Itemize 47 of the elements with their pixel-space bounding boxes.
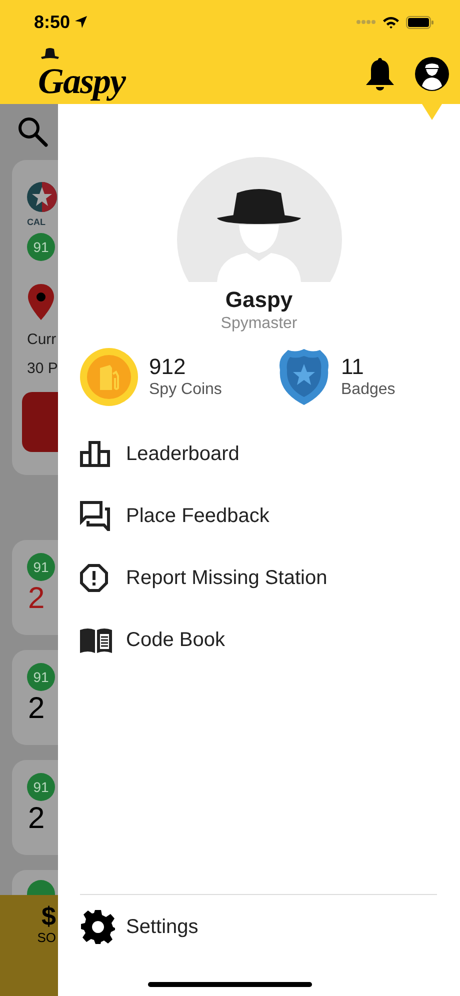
book-icon — [80, 626, 112, 652]
coin-icon — [80, 348, 138, 406]
stat-label: Badges — [341, 380, 396, 400]
stat-label: Spy Coins — [149, 380, 222, 400]
price-card[interactable]: 91 2 — [12, 760, 58, 855]
notification-bell-icon[interactable] — [364, 57, 396, 91]
status-time: 8:50 — [34, 13, 70, 31]
location-arrow-icon — [74, 15, 88, 29]
hat-icon — [41, 47, 59, 60]
menu-item[interactable]: Leaderboard — [58, 422, 460, 484]
grade-badge: 91 — [27, 773, 55, 801]
signal-icon — [356, 19, 376, 25]
bar-chart-icon — [80, 440, 110, 466]
price-text: 2 — [28, 584, 46, 614]
brand-name: CAL — [27, 218, 46, 227]
account-icon[interactable] — [414, 56, 450, 92]
price-card[interactable]: 91 2 — [12, 650, 58, 745]
map-pin-icon — [27, 283, 55, 321]
app-logo: Gaspy — [38, 63, 125, 99]
settings-button[interactable]: Settings — [58, 895, 460, 958]
grade-badge — [27, 880, 55, 895]
distance-label: 30 P — [27, 358, 58, 378]
alert-octagon-icon — [80, 564, 108, 592]
price-text: 2 — [28, 694, 46, 724]
grade-badge: 91 — [27, 233, 55, 261]
stat-value: 912 — [149, 352, 187, 380]
menu-item[interactable]: Place Feedback — [58, 484, 460, 546]
menu-item[interactable]: Code Book — [58, 608, 460, 670]
stat-value: 11 — [341, 352, 365, 380]
shield-badge-icon — [278, 348, 330, 406]
price-text: 2 — [28, 804, 46, 834]
search-icon[interactable] — [17, 116, 49, 148]
chat-bubbles-icon — [80, 500, 110, 530]
brand-logo-icon — [27, 180, 57, 214]
price-card[interactable]: 91 2 — [12, 540, 58, 635]
menu-item[interactable]: Report Missing Station — [58, 546, 460, 608]
grade-badge: 91 — [27, 553, 55, 581]
station-card[interactable]: CAL 91 Curr 30 P — [12, 160, 58, 475]
profile-name: Gaspy — [225, 286, 293, 314]
bar-label: SO — [37, 931, 56, 944]
settings-icon — [80, 908, 116, 944]
price-text: $ — [42, 903, 56, 929]
grade-badge: 91 — [27, 663, 55, 691]
wifi-icon — [382, 16, 400, 28]
profile-rank: Spymaster — [220, 314, 298, 334]
battery-icon — [406, 16, 434, 28]
location-label: Curr — [27, 330, 58, 350]
